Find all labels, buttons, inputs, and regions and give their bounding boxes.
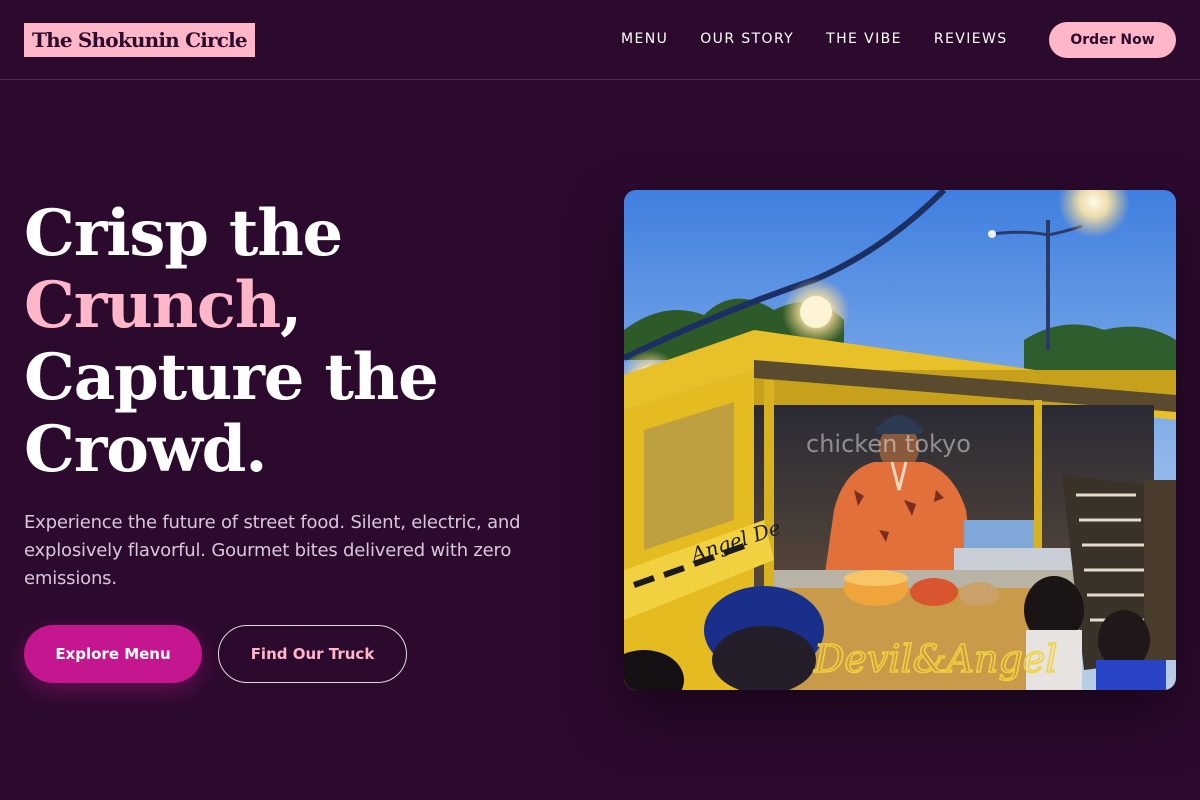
headline-comma: , [280, 268, 302, 343]
headline-line-4: Crowd. [24, 412, 267, 487]
food-truck-illustration: Devil&Angel Angel De chicken tokyo [624, 190, 1176, 690]
site-header: The Shokunin Circle MENU OUR STORY THE V… [0, 0, 1200, 80]
truck-neon-text: Devil&Angel [813, 637, 1057, 681]
nav-link-the-vibe[interactable]: THE VIBE [826, 29, 902, 49]
headline-line-3: Capture the [24, 340, 439, 415]
explore-menu-button[interactable]: Explore Menu [24, 625, 202, 683]
headline-line-1: Crisp the [24, 196, 343, 271]
nav-link-our-story[interactable]: OUR STORY [700, 29, 794, 49]
hero-description: Experience the future of street food. Si… [24, 512, 521, 589]
photo-watermark: chicken tokyo [806, 430, 971, 458]
hero-food-truck-photo: Devil&Angel Angel De chicken tokyo [624, 190, 1176, 690]
order-now-button[interactable]: Order Now [1049, 22, 1176, 58]
nav-link-menu[interactable]: MENU [621, 29, 668, 49]
main-nav: MENU OUR STORY THE VIBE REVIEWS [621, 29, 1008, 49]
brand-logo[interactable]: The Shokunin Circle [24, 23, 255, 57]
nav-link-reviews[interactable]: REVIEWS [934, 29, 1008, 49]
headline-accent-word: Crunch [24, 268, 281, 343]
find-our-truck-button[interactable]: Find Our Truck [218, 625, 407, 683]
hero-headline: Crisp the Crunch, Capture the Crowd. [24, 198, 584, 486]
